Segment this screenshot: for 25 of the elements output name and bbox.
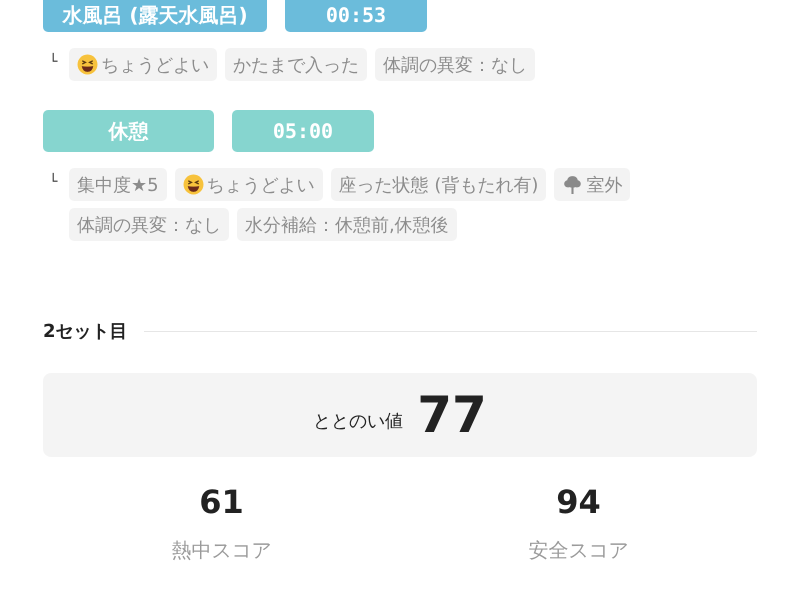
tag: 体調の異変：なし	[375, 48, 535, 81]
step-name-label: 水風呂 (露天水風呂)	[43, 0, 267, 32]
tag: 集中度★5	[69, 168, 167, 201]
score-label: 安全スコア	[528, 537, 628, 564]
tag: ちょうどよい	[174, 168, 323, 201]
score-value: 94	[556, 483, 601, 521]
tag: ちょうどよい	[69, 48, 217, 81]
tag: 水分補給：休憩前,休憩後	[237, 208, 457, 241]
branch-mark: └	[48, 52, 58, 72]
total-score-label: ととのい値	[313, 410, 404, 433]
section-title: 2セット目	[43, 320, 128, 343]
tag: 体調の異変：なし	[69, 208, 229, 241]
score-label: 熱中スコア	[172, 537, 272, 564]
total-score-value: 77	[417, 386, 487, 444]
tag: かたまで入った	[225, 48, 367, 81]
tag: 座った状態 (背もたれ有)	[330, 168, 546, 201]
step-time-label: 00:53	[285, 0, 427, 32]
branch-mark: └	[48, 172, 58, 192]
laughing-face-icon	[77, 54, 98, 75]
step-name-label: 休憩	[43, 110, 214, 152]
tag: 室外	[554, 168, 630, 201]
step-time-label: 05:00	[232, 110, 374, 152]
score-value: 61	[199, 483, 244, 521]
laughing-face-icon	[182, 174, 204, 195]
tree-icon	[562, 174, 584, 195]
